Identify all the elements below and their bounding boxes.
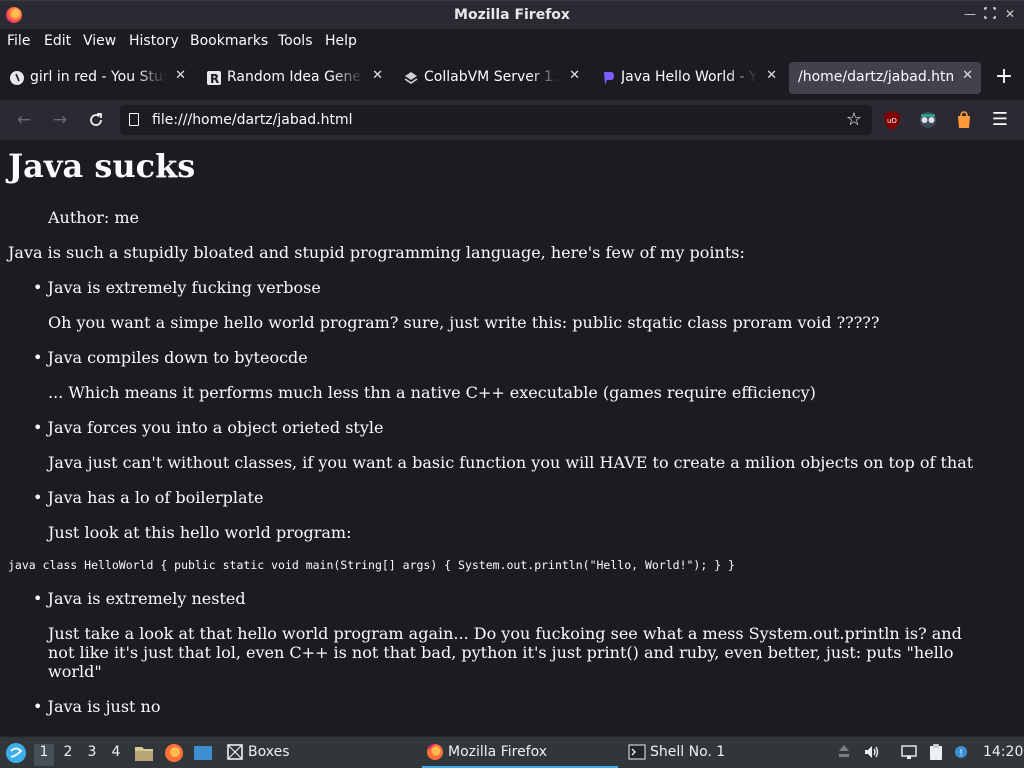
list-item: • Java is extremely fucking verbose <box>33 278 321 297</box>
tab-bar: girl in red - You Stupid Bitch ✕ R Rando… <box>0 54 1024 100</box>
tab-label: Java Hello World - Your <box>621 69 757 85</box>
workspace-3[interactable]: 3 <box>82 744 102 766</box>
list-item: • Java is extremely nested <box>33 589 246 608</box>
point-body: Just take a look at that hello world pro… <box>48 624 962 681</box>
workspace-2[interactable]: 2 <box>58 744 78 766</box>
workspace-1[interactable]: 1 <box>34 744 54 766</box>
point-heading: Java is extremely fucking verbose <box>47 278 321 297</box>
new-tab-button[interactable]: + <box>992 66 1016 90</box>
minimize-icon[interactable]: — <box>963 7 977 21</box>
tab-collabvm[interactable]: CollabVM Server 1.x ✕ <box>394 62 588 94</box>
point-body: ... Which means it performs much less th… <box>48 383 816 402</box>
list-item: • Java forces you into a object orieted … <box>33 418 384 437</box>
window-title: Mozilla Firefox <box>454 7 570 23</box>
close-tab-icon[interactable]: ✕ <box>569 68 580 83</box>
task-boxes[interactable]: Boxes <box>222 737 332 768</box>
volume-icon[interactable] <box>863 743 881 761</box>
point-heading: Java is extremely nested <box>47 589 246 608</box>
list-item: • Java compiles down to byteocde <box>33 348 308 367</box>
network-icon[interactable] <box>900 743 918 761</box>
page-title: Java sucks <box>8 147 196 185</box>
extension-mask-icon[interactable] <box>917 109 939 131</box>
menu-history[interactable]: History <box>129 33 179 49</box>
extension-bag-icon[interactable] <box>953 109 975 131</box>
removable-drive-icon[interactable] <box>835 743 853 761</box>
menu-bar: File Edit View History Bookmarks Tools H… <box>0 29 1024 54</box>
task-label: Mozilla Firefox <box>448 744 548 760</box>
list-item: • Java is just no <box>33 697 161 716</box>
close-tab-icon[interactable]: ✕ <box>175 68 186 83</box>
reload-button[interactable] <box>84 108 108 132</box>
forward-button[interactable]: → <box>48 108 72 132</box>
task-label: Boxes <box>248 744 290 760</box>
back-button[interactable]: ← <box>12 108 36 132</box>
url-input[interactable] <box>152 109 832 131</box>
boxes-icon <box>227 744 243 760</box>
close-tab-icon[interactable]: ✕ <box>962 68 973 83</box>
menu-edit[interactable]: Edit <box>44 33 71 49</box>
menu-view[interactable]: View <box>83 33 116 49</box>
tab-girl-in-red[interactable]: girl in red - You Stupid Bitch ✕ <box>0 62 194 94</box>
file-manager-icon[interactable] <box>133 742 155 764</box>
close-window-icon[interactable]: ✕ <box>1003 7 1017 21</box>
menu-tools[interactable]: Tools <box>278 33 313 49</box>
show-desktop-icon[interactable] <box>192 742 214 764</box>
tab-label: Random Idea Generator <box>227 69 363 85</box>
firefox-icon <box>427 743 443 760</box>
point-body: Oh you want a simpe hello world program?… <box>48 313 880 332</box>
page-content: Java sucks Author: me Java is such a stu… <box>0 140 1024 736</box>
app-menu-button[interactable]: ☰ <box>988 108 1012 132</box>
tab-label: CollabVM Server 1.x <box>424 69 560 85</box>
point-heading: Java compiles down to byteocde <box>47 348 308 367</box>
menu-file[interactable]: File <box>7 33 30 49</box>
ublock-origin-icon[interactable]: uO <box>881 109 903 131</box>
svg-text:uO: uO <box>887 117 897 125</box>
intro-paragraph: Java is such a stupidly bloated and stup… <box>8 243 745 262</box>
collabvm-icon <box>404 72 418 84</box>
point-heading: Java has a lo of boilerplate <box>47 488 264 507</box>
tab-java-hello-world[interactable]: Java Hello World - Your ✕ <box>591 62 785 94</box>
clipboard-icon[interactable] <box>927 743 945 761</box>
list-item: • Java has a lo of boilerplate <box>33 488 264 507</box>
tab-label: /home/dartz/jabad.html <box>798 69 953 85</box>
updates-icon[interactable]: ! <box>952 743 970 761</box>
svg-text:!: ! <box>959 749 963 759</box>
firefox-launcher-icon[interactable] <box>163 742 185 764</box>
point-heading: Java forces you into a object orieted st… <box>47 418 384 437</box>
menu-bookmarks[interactable]: Bookmarks <box>190 33 268 49</box>
point-body: Just look at this hello world program: <box>48 523 352 542</box>
close-tab-icon[interactable]: ✕ <box>766 68 777 83</box>
terminal-icon <box>628 744 646 760</box>
tab-random-idea[interactable]: R Random Idea Generator ✕ <box>197 62 391 94</box>
window-titlebar[interactable]: Mozilla Firefox — ✕ <box>0 0 1024 29</box>
task-firefox[interactable]: Mozilla Firefox <box>422 737 618 768</box>
menu-help[interactable]: Help <box>325 33 357 49</box>
taskbar: 1 2 3 4 Boxes Mozilla Firefox Shell No. … <box>0 736 1024 768</box>
restore-icon[interactable] <box>983 7 997 22</box>
point-heading: Java is just no <box>47 697 161 716</box>
workspace-4[interactable]: 4 <box>106 744 126 766</box>
page-icon <box>129 113 139 126</box>
tab-label: girl in red - You Stupid Bitch <box>30 69 166 85</box>
point-body: Java just can't without classes, if you … <box>48 453 974 472</box>
close-tab-icon[interactable]: ✕ <box>372 68 383 83</box>
author-line: Author: me <box>48 208 139 227</box>
task-shell[interactable]: Shell No. 1 <box>624 737 804 768</box>
code-sample: java class HelloWorld { public static vo… <box>8 558 735 572</box>
r-logo-icon: R <box>207 71 221 86</box>
task-label: Shell No. 1 <box>650 744 726 760</box>
url-bar[interactable]: ☆ <box>120 105 872 135</box>
bookmark-star-icon[interactable]: ☆ <box>846 109 862 130</box>
tab-jabad[interactable]: /home/dartz/jabad.html ✕ <box>789 62 981 94</box>
navigation-toolbar: ← → ☆ uO ☰ <box>0 100 1024 140</box>
reload-icon <box>90 113 102 126</box>
music-note-icon <box>10 71 24 85</box>
p-logo-icon <box>604 72 614 85</box>
svg-text:R: R <box>210 72 219 86</box>
app-launcher-icon[interactable] <box>5 742 27 764</box>
clock: 14:20 <box>983 744 1024 760</box>
